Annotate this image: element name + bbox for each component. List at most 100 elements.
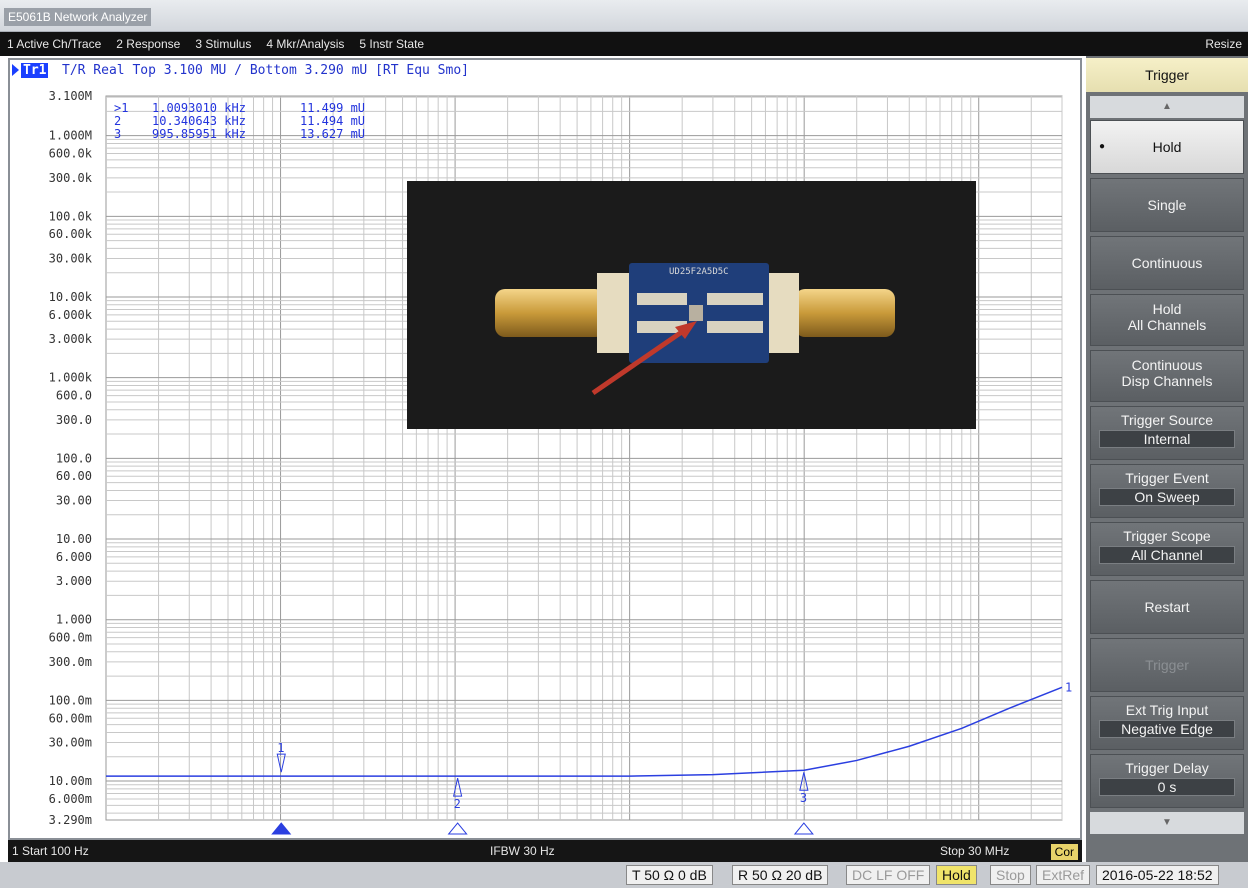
y-tick-label: 10.00m (49, 774, 92, 788)
dc-lf-status: DC LF OFF (846, 865, 931, 885)
component-chip (689, 305, 703, 321)
device-photo: UD25F2A5D5C (407, 181, 976, 429)
trigger-softkey[interactable]: Trigger (1090, 638, 1244, 692)
start-frequency[interactable]: 1 Start 100 Hz (12, 844, 89, 858)
trigger-delay-softkey[interactable]: Trigger Delay 0 s (1090, 754, 1244, 808)
ext-trig-input-softkey[interactable]: Ext Trig Input Negative Edge (1090, 696, 1244, 750)
marker-3-label: 3 (800, 791, 807, 805)
left-flange (597, 273, 629, 353)
ext-trig-input-value: Negative Edge (1099, 720, 1235, 738)
system-status-bar: T 50 Ω 0 dB R 50 Ω 20 dB DC LF OFF Hold … (0, 862, 1248, 888)
y-tick-label: 30.00m (49, 736, 92, 750)
softkey-menu-title: Trigger (1086, 58, 1248, 92)
marker-table-freq: 10.340643 kHz (152, 114, 246, 128)
marker-table: >1 1.0093010 kHz 11.499 mU 2 10.340643 kHz 1… (114, 101, 365, 141)
y-tick-label: 6.000k (49, 308, 93, 322)
chart-window[interactable]: Tr1 T/R Real Top 3.100 MU / Bottom 3.290… (8, 58, 1082, 840)
y-tick-label: 600.0k (49, 147, 93, 161)
stimulus-marker-group (271, 822, 814, 835)
scroll-up-icon[interactable]: ▲ (1090, 96, 1244, 118)
y-tick-label: 100.0 (56, 451, 92, 465)
y-tick-label: 300.0 (56, 413, 92, 427)
menu-mkr-analysis[interactable]: 4 Mkr/Analysis (259, 37, 352, 51)
trigger-scope-value: All Channel (1099, 546, 1235, 564)
softkey-panel: Trigger ▲ ● Hold Single Continuous Hold … (1086, 56, 1248, 862)
y-tick-label: 600.0 (56, 389, 92, 403)
left-sma-connector (495, 289, 605, 337)
trigger-source-value: Internal (1099, 430, 1235, 448)
y-tick-label: 6.000 (56, 550, 92, 564)
trigger-event-softkey[interactable]: Trigger Event On Sweep (1090, 464, 1244, 518)
y-tick-label: 3.000k (49, 332, 93, 346)
y-tick-label: 10.00k (49, 290, 93, 304)
menu-response[interactable]: 2 Response (109, 37, 188, 51)
y-tick-label: 6.000m (49, 792, 92, 806)
restart-softkey[interactable]: Restart (1090, 580, 1244, 634)
y-axis-labels: 3.100M 1.000M 600.0k 300.0k 100.0k 60.00k 30.0… (49, 89, 93, 827)
continuous-softkey[interactable]: Continuous (1090, 236, 1244, 290)
y-tick-label: 100.0m (49, 693, 92, 707)
window-title: E5061B Network Analyzer (4, 8, 152, 26)
marker-table-num: >1 (114, 101, 128, 115)
title-bar: E5061B Network Analyzer (0, 0, 1248, 32)
hold-all-channels-softkey[interactable]: Hold All Channels (1090, 294, 1244, 346)
extref-status: ExtRef (1036, 865, 1091, 885)
y-tick-label: 30.00 (56, 494, 92, 508)
hold-status: Hold (936, 865, 977, 885)
stimulus-marker-3-icon (793, 822, 814, 835)
pcb-label: UD25F2A5D5C (669, 267, 729, 277)
marker-table-freq: 995.85951 kHz (152, 127, 246, 141)
y-tick-label: 10.00 (56, 532, 92, 546)
stop-status: Stop (990, 865, 1031, 885)
y-tick-label: 1.000k (49, 371, 93, 385)
marker-table-value: 11.499 mU (300, 101, 365, 115)
menu-instr-state[interactable]: 5 Instr State (352, 37, 432, 51)
right-sma-connector (795, 289, 895, 337)
trace-end-marker-label: 1 (1065, 680, 1072, 694)
log-magnitude-plot[interactable]: 3.100M 1.000M 600.0k 300.0k 100.0k 60.00k 30.0… (10, 60, 1080, 838)
y-tick-label: 3.100M (49, 89, 92, 103)
trigger-delay-value: 0 s (1099, 778, 1235, 796)
marker-2-label: 2 (454, 797, 461, 811)
stop-frequency[interactable]: Stop 30 MHz (940, 844, 1009, 858)
resize-button[interactable]: Resize (1205, 37, 1242, 51)
menu-stimulus[interactable]: 3 Stimulus (188, 37, 259, 51)
trigger-event-value: On Sweep (1099, 488, 1235, 506)
marker-1-label: 1 (277, 741, 284, 755)
y-tick-label: 100.0k (49, 209, 93, 223)
y-tick-label: 300.0k (49, 171, 93, 185)
right-flange (769, 273, 799, 353)
y-tick-label: 60.00 (56, 469, 92, 483)
y-tick-label: 600.0m (49, 631, 92, 645)
y-tick-label: 300.0m (49, 655, 92, 669)
y-tick-label: 60.00k (49, 227, 93, 241)
correction-badge: Cor (1050, 844, 1078, 860)
stimulus-marker-1-icon (271, 822, 292, 835)
ifbw-value[interactable]: IFBW 30 Hz (490, 844, 555, 858)
y-tick-label: 60.00m (49, 711, 92, 725)
marker-table-num: 3 (114, 127, 121, 141)
marker-table-freq: 1.0093010 kHz (152, 101, 246, 115)
single-softkey[interactable]: Single (1090, 178, 1244, 232)
stimulus-marker-2-icon (447, 822, 468, 835)
menu-bar: 1 Active Ch/Trace 2 Response 3 Stimulus … (0, 32, 1248, 56)
y-tick-label: 1.000 (56, 613, 92, 627)
trigger-scope-softkey[interactable]: Trigger Scope All Channel (1090, 522, 1244, 576)
menu-active-ch-trace[interactable]: 1 Active Ch/Trace (0, 37, 109, 51)
r-receiver-status: R 50 Ω 20 dB (732, 865, 829, 885)
selected-dot-icon: ● (1099, 141, 1106, 152)
y-tick-label: 30.00k (49, 252, 93, 266)
hold-softkey[interactable]: ● Hold (1090, 120, 1244, 174)
t-receiver-status: T 50 Ω 0 dB (626, 865, 713, 885)
y-tick-label: 3.000 (56, 574, 92, 588)
scroll-down-icon[interactable]: ▼ (1090, 812, 1244, 834)
marker-table-value: 13.627 mU (300, 127, 365, 141)
y-tick-label: 1.000M (49, 129, 92, 143)
device-photo-drawing: UD25F2A5D5C (495, 263, 895, 396)
datetime: 2016-05-22 18:52 (1096, 865, 1219, 885)
continuous-disp-channels-softkey[interactable]: Continuous Disp Channels (1090, 350, 1244, 402)
trigger-source-softkey[interactable]: Trigger Source Internal (1090, 406, 1244, 460)
marker-table-num: 2 (114, 114, 121, 128)
y-tick-label: 3.290m (49, 813, 92, 827)
channel-status-bar: 1 Start 100 Hz IFBW 30 Hz Stop 30 MHz Co… (8, 840, 1082, 862)
